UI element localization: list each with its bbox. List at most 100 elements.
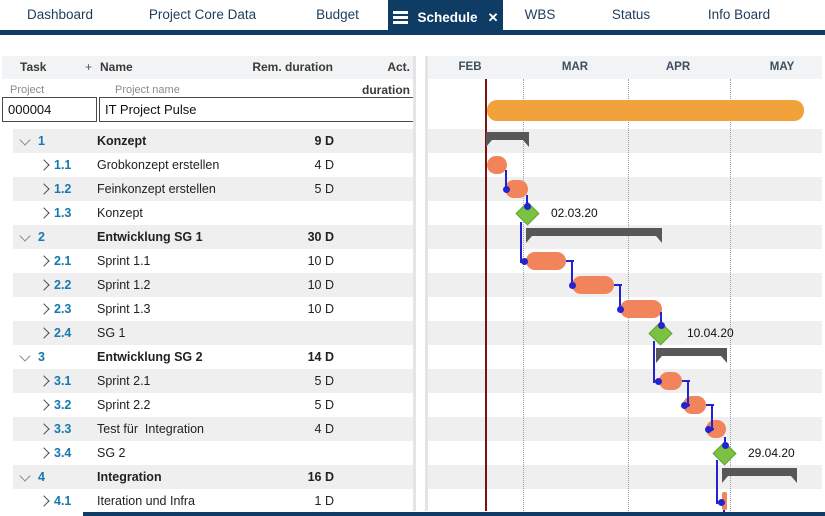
close-icon[interactable]: ✕ — [488, 10, 499, 26]
expand-chevron-icon[interactable] — [38, 159, 49, 170]
task-number: 3.2 — [54, 393, 71, 417]
task-number: 2.2 — [54, 273, 71, 297]
column-header-act-duration: Act. duration — [340, 56, 410, 79]
task-rem-duration — [255, 201, 334, 225]
project-summary-bar[interactable] — [487, 100, 804, 121]
task-name: Konzept — [97, 201, 143, 225]
task-rem-duration: 16 D — [255, 465, 334, 489]
task-number: 4.1 — [54, 489, 71, 513]
task-name: Entwicklung SG 1 — [97, 225, 203, 249]
expand-chevron-icon[interactable] — [38, 447, 49, 458]
expand-chevron-icon[interactable] — [38, 399, 49, 410]
tab-info-board[interactable]: Info Board — [695, 0, 783, 30]
connector-dot — [705, 426, 712, 433]
task-name: Iteration und Infra — [97, 489, 195, 513]
task-rem-duration: 10 D — [255, 297, 334, 321]
task-rem-duration: 1 D — [255, 489, 334, 513]
task-number: 1.2 — [54, 177, 71, 201]
task-name: Sprint 1.1 — [97, 249, 151, 273]
connector-dot — [655, 378, 662, 385]
task-number: 2.4 — [54, 321, 71, 345]
task-rem-duration: 10 D — [255, 249, 334, 273]
tab-wbs[interactable]: WBS — [515, 0, 565, 30]
expand-chevron-icon[interactable] — [38, 207, 49, 218]
task-name: SG 2 — [97, 441, 126, 465]
task-number: 2.1 — [54, 249, 71, 273]
task-number: 1.1 — [54, 153, 71, 177]
row-stripe — [13, 465, 413, 489]
task-rem-duration — [255, 441, 334, 465]
task-name: Konzept — [97, 129, 146, 153]
timeline-month-label: APR — [648, 56, 708, 79]
project-name-input[interactable] — [99, 97, 416, 122]
task-bar[interactable] — [659, 372, 682, 390]
hamburger-icon[interactable] — [393, 11, 408, 24]
row-stripe — [13, 225, 413, 249]
row-stripe — [428, 273, 822, 297]
task-rem-duration: 10 D — [255, 273, 334, 297]
task-rem-duration: 4 D — [255, 153, 334, 177]
task-number: 2.3 — [54, 297, 71, 321]
task-bar[interactable] — [620, 300, 662, 318]
row-stripe — [13, 321, 413, 345]
column-header-name: Name — [100, 56, 133, 79]
task-name: Feinkonzept erstellen — [97, 177, 216, 201]
row-stripe — [13, 369, 413, 393]
expand-chevron-icon[interactable] — [38, 495, 49, 506]
connector-dot — [617, 306, 624, 313]
table-vertical-scrollbar[interactable] — [413, 56, 416, 511]
task-rem-duration: 5 D — [255, 393, 334, 417]
task-bar[interactable] — [526, 252, 566, 270]
timeline-month-label: MAR — [545, 56, 605, 79]
dependency-connector — [653, 341, 655, 383]
task-bar[interactable] — [487, 156, 507, 174]
row-stripe — [13, 129, 413, 153]
row-stripe — [428, 417, 822, 441]
task-number: 3.4 — [54, 441, 71, 465]
task-rem-duration: 4 D — [255, 417, 334, 441]
connector-dot — [658, 322, 665, 329]
expand-chevron-icon[interactable] — [38, 303, 49, 314]
tab-status[interactable]: Status — [600, 0, 662, 30]
timeline-month-label: FEB — [440, 56, 500, 79]
task-name: Sprint 1.3 — [97, 297, 151, 321]
tab-budget[interactable]: Budget — [300, 0, 375, 30]
month-gridline — [523, 79, 524, 511]
column-header-task: Task — [20, 56, 46, 79]
tab-schedule[interactable]: Schedule ✕ — [388, 0, 503, 35]
milestone-date-label: 10.04.20 — [687, 321, 734, 345]
task-number: 2 — [38, 225, 45, 249]
task-number: 3.3 — [54, 417, 71, 441]
connector-dot — [722, 442, 729, 449]
tab-project-core-data[interactable]: Project Core Data — [140, 0, 265, 30]
task-bar[interactable] — [572, 276, 614, 294]
tab-dashboard[interactable]: Dashboard — [20, 0, 100, 30]
task-rem-duration: 14 D — [255, 345, 334, 369]
dependency-connector — [716, 460, 718, 504]
project-label: Project — [10, 83, 44, 97]
collapse-chevron-icon[interactable] — [19, 350, 30, 361]
project-name-label: Project name — [115, 83, 180, 97]
tab-label: Schedule — [418, 10, 478, 25]
connector-dot — [524, 203, 531, 210]
connector-dot — [718, 499, 725, 506]
connector-dot — [569, 282, 576, 289]
add-column-button[interactable]: + — [85, 56, 92, 79]
column-header-rem-duration: Rem. duration — [240, 56, 333, 79]
expand-chevron-icon[interactable] — [38, 255, 49, 266]
milestone-date-label: 29.04.20 — [748, 441, 795, 465]
table-chart-splitter[interactable] — [425, 56, 428, 511]
task-name: Entwicklung SG 2 — [97, 345, 203, 369]
task-number: 3.1 — [54, 369, 71, 393]
dependency-connector — [520, 222, 522, 263]
task-name: Sprint 1.2 — [97, 273, 151, 297]
row-stripe — [13, 273, 413, 297]
project-id-input[interactable] — [2, 97, 97, 122]
task-number: 1.3 — [54, 201, 71, 225]
row-stripe — [428, 177, 822, 201]
milestone-date-label: 02.03.20 — [551, 201, 598, 225]
row-stripe — [428, 321, 822, 345]
task-name: Sprint 2.2 — [97, 393, 151, 417]
connector-dot — [503, 186, 510, 193]
task-name: SG 1 — [97, 321, 126, 345]
